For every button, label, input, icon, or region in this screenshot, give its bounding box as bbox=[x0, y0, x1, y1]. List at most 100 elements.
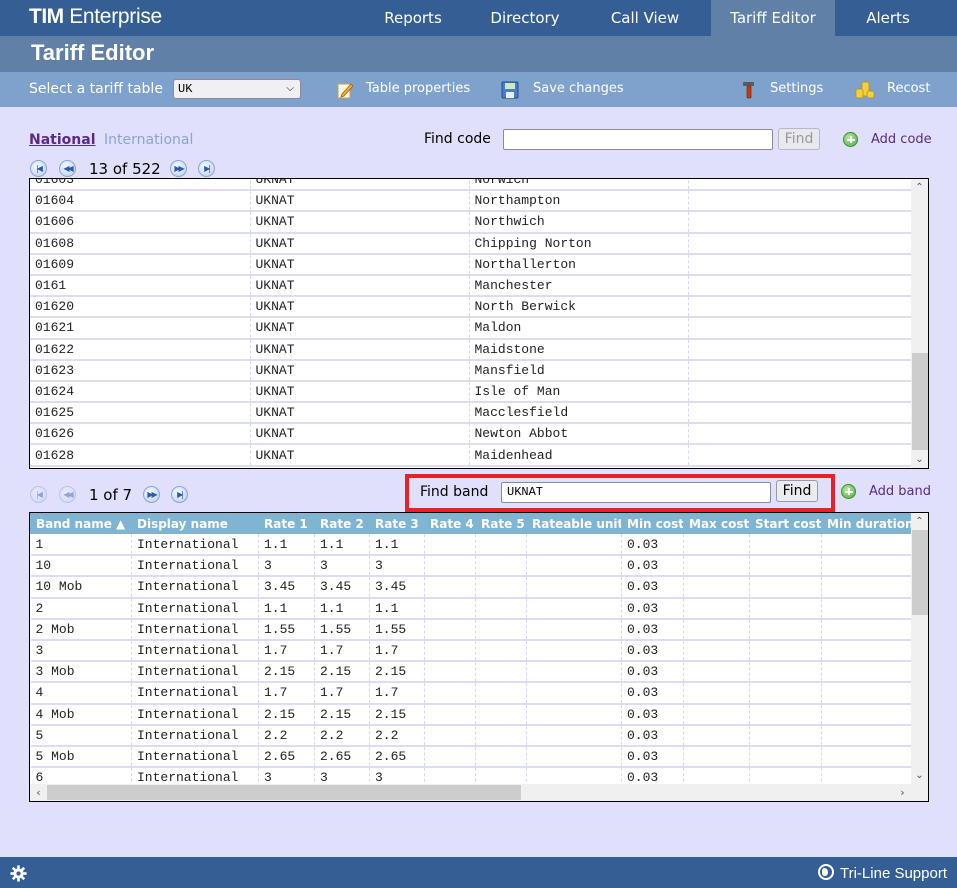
code-row[interactable]: 01604 UKNAT Northampton bbox=[30, 190, 911, 213]
band-cell[interactable] bbox=[424, 534, 476, 557]
description-cell[interactable]: Northwich bbox=[468, 211, 688, 234]
band-cell[interactable]: 0.03 bbox=[621, 597, 684, 620]
tri-line-support-link[interactable]: Tri-Line Support bbox=[818, 864, 947, 882]
code-cell[interactable]: 01624 bbox=[30, 380, 250, 404]
band-cell[interactable]: 10 bbox=[30, 555, 132, 578]
band-cell[interactable] bbox=[749, 682, 822, 705]
band-cell[interactable]: UKNAT bbox=[249, 444, 469, 467]
description-cell[interactable]: Chipping Norton bbox=[468, 232, 688, 255]
column-header[interactable]: Display name bbox=[131, 513, 259, 534]
extra-cell[interactable] bbox=[687, 232, 911, 255]
band-cell[interactable]: 2.15 bbox=[369, 703, 425, 726]
code-row[interactable]: 01606 UKNAT Northwich bbox=[30, 211, 911, 234]
band-cell[interactable]: 1.7 bbox=[258, 639, 315, 663]
band-cell[interactable]: 2.15 bbox=[258, 703, 315, 726]
band-cell[interactable]: 2.65 bbox=[314, 745, 370, 769]
code-cell[interactable]: 01606 bbox=[30, 211, 250, 234]
band-cell[interactable] bbox=[683, 618, 750, 641]
code-cell[interactable]: 01608 bbox=[30, 232, 250, 255]
bands-hscroll-thumb[interactable] bbox=[47, 785, 521, 800]
code-row[interactable]: 01625 UKNAT Macclesfield bbox=[30, 402, 911, 425]
band-cell[interactable]: 0.03 bbox=[621, 703, 684, 726]
band-cell[interactable]: 1.1 bbox=[314, 597, 370, 620]
band-cell[interactable] bbox=[683, 534, 750, 557]
band-cell[interactable] bbox=[749, 724, 822, 747]
band-row[interactable]: 3 Mob International 2.15 2.15 2.15 0.03 bbox=[30, 661, 928, 684]
band-cell[interactable] bbox=[424, 555, 476, 578]
band-cell[interactable] bbox=[683, 555, 750, 578]
band-cell[interactable] bbox=[749, 703, 822, 726]
band-cell[interactable] bbox=[749, 639, 822, 663]
band-cell[interactable]: 2.15 bbox=[369, 661, 425, 684]
code-cell[interactable]: 01626 bbox=[30, 423, 250, 446]
description-cell[interactable]: Mansfield bbox=[468, 359, 688, 382]
add-code-link[interactable]: Add code bbox=[871, 132, 932, 147]
band-row[interactable]: 5 Mob International 2.65 2.65 2.65 0.03 bbox=[30, 745, 928, 769]
code-row[interactable]: 01626 UKNAT Newton Abbot bbox=[30, 423, 911, 446]
band-cell[interactable]: International bbox=[131, 555, 259, 578]
band-cell[interactable]: 2.15 bbox=[314, 661, 370, 684]
band-row[interactable]: 3 International 1.7 1.7 1.7 0.03 bbox=[30, 639, 928, 663]
scroll-left-icon[interactable]: ‹ bbox=[30, 784, 47, 801]
band-cell[interactable] bbox=[749, 618, 822, 641]
band-cell[interactable]: 1.7 bbox=[369, 682, 425, 705]
band-cell[interactable]: UKNAT bbox=[249, 317, 469, 340]
band-cell[interactable]: 1.1 bbox=[369, 597, 425, 620]
band-cell[interactable]: 3 bbox=[314, 555, 370, 578]
band-cell[interactable] bbox=[526, 703, 622, 726]
band-cell[interactable]: 1.55 bbox=[258, 618, 315, 641]
band-row[interactable]: 2 International 1.1 1.1 1.1 0.03 bbox=[30, 597, 928, 620]
column-header[interactable]: Rate 1 bbox=[258, 513, 315, 534]
extra-cell[interactable] bbox=[687, 296, 911, 319]
find-band-input[interactable]: UKNAT bbox=[501, 482, 771, 503]
code-cell[interactable]: 01623 bbox=[30, 359, 250, 382]
extra-cell[interactable] bbox=[687, 359, 911, 382]
codes-first-page-button[interactable]: |◀ bbox=[30, 160, 47, 177]
nav-tariff-editor[interactable]: Tariff Editor bbox=[711, 0, 835, 36]
band-cell[interactable] bbox=[683, 682, 750, 705]
description-cell[interactable]: Northallerton bbox=[468, 253, 688, 276]
code-cell[interactable]: 01603 bbox=[30, 179, 250, 192]
add-band-icon[interactable] bbox=[841, 484, 856, 499]
band-row[interactable]: 4 Mob International 2.15 2.15 2.15 0.03 bbox=[30, 703, 928, 726]
bands-prev-page-button[interactable]: ◀◀ bbox=[59, 486, 76, 503]
band-cell[interactable]: 1.1 bbox=[314, 534, 370, 557]
extra-cell[interactable] bbox=[687, 253, 911, 276]
band-cell[interactable]: 3 Mob bbox=[30, 661, 132, 684]
band-cell[interactable] bbox=[475, 597, 527, 620]
band-cell[interactable] bbox=[526, 534, 622, 557]
bands-scroll-thumb[interactable] bbox=[912, 530, 928, 615]
band-cell[interactable]: 1.1 bbox=[258, 534, 315, 557]
band-cell[interactable]: 2 Mob bbox=[30, 618, 132, 641]
bands-vertical-scrollbar[interactable]: ⌃ ⌄ bbox=[911, 513, 928, 784]
band-cell[interactable] bbox=[475, 639, 527, 663]
scroll-down-icon[interactable]: ⌄ bbox=[911, 451, 928, 468]
column-header[interactable]: Rate 5 bbox=[475, 513, 527, 534]
find-band-button[interactable]: Find bbox=[776, 480, 818, 502]
band-cell[interactable]: 0.03 bbox=[621, 555, 684, 578]
column-header[interactable]: Band name ▲ bbox=[30, 513, 132, 534]
band-cell[interactable] bbox=[475, 724, 527, 747]
code-row[interactable]: 01603 UKNAT Norwich bbox=[30, 179, 911, 192]
band-cell[interactable] bbox=[683, 639, 750, 663]
code-row[interactable]: 01620 UKNAT North Berwick bbox=[30, 296, 911, 319]
band-cell[interactable] bbox=[683, 724, 750, 747]
band-cell[interactable] bbox=[749, 555, 822, 578]
band-cell[interactable] bbox=[683, 661, 750, 684]
extra-cell[interactable] bbox=[687, 179, 911, 192]
band-cell[interactable] bbox=[424, 576, 476, 599]
band-row[interactable]: 10 Mob International 3.45 3.45 3.45 0.03 bbox=[30, 576, 928, 599]
band-cell[interactable]: International bbox=[131, 597, 259, 620]
band-cell[interactable]: 0.03 bbox=[621, 661, 684, 684]
band-cell[interactable]: 1.7 bbox=[369, 639, 425, 663]
extra-cell[interactable] bbox=[687, 444, 911, 467]
band-cell[interactable] bbox=[526, 618, 622, 641]
nav-call-view[interactable]: Call View bbox=[590, 0, 700, 36]
band-cell[interactable]: 0.03 bbox=[621, 639, 684, 663]
description-cell[interactable]: Maidenhead bbox=[468, 444, 688, 467]
code-cell[interactable]: 01620 bbox=[30, 296, 250, 319]
band-cell[interactable]: 1.55 bbox=[369, 618, 425, 641]
band-cell[interactable]: 0.03 bbox=[621, 745, 684, 769]
description-cell[interactable]: Norwich bbox=[468, 179, 688, 192]
band-cell[interactable] bbox=[683, 703, 750, 726]
